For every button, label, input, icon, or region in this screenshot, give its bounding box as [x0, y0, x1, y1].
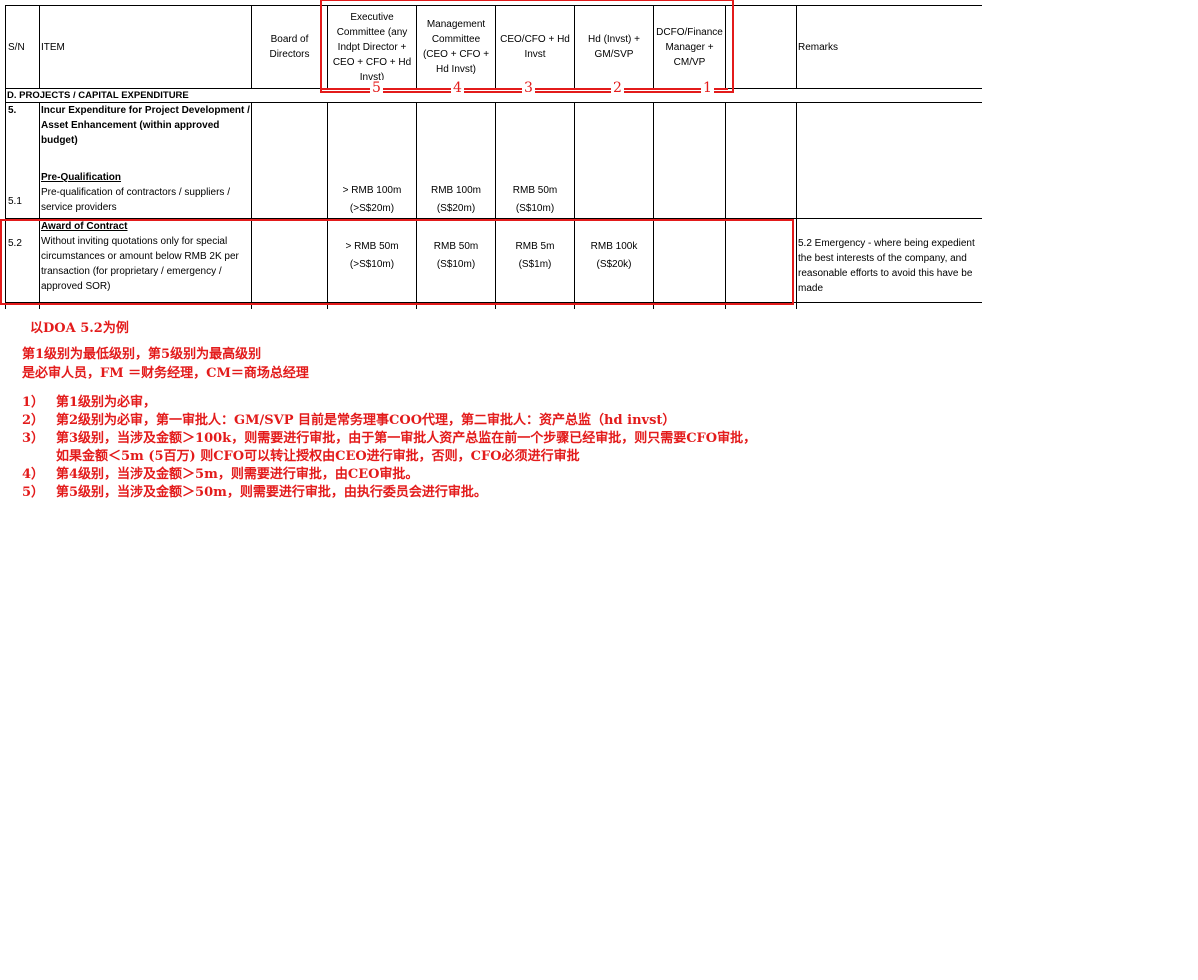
- rule-item: 3） 第3级别，当涉及金额＞100k，则需要进行审批，由于第一审批人资产总监在前…: [22, 430, 756, 448]
- rule-number: 3）: [22, 431, 45, 446]
- row52-remarks[interactable]: 5.2 Emergency - where being expedient th…: [796, 218, 982, 303]
- level-3-marker: 3: [522, 80, 535, 96]
- row52-remark-line-2: the best interests of the company, and: [798, 253, 967, 264]
- row5-exco-rmb: > RMB 100m: [342, 185, 402, 196]
- row52-remark-line-4: made: [798, 283, 824, 294]
- level-2-marker: 2: [611, 80, 624, 96]
- row52-remark-line-1: 5.2 Emergency - where being expedient: [798, 238, 975, 249]
- row5-ceo-sgd: (S$10m): [515, 203, 555, 214]
- levels-explanation: 第1级别为最低级别，第5级别为最高级别: [22, 347, 262, 362]
- row5-board[interactable]: [251, 102, 328, 219]
- row-5-2-highlight-box: [0, 219, 794, 305]
- rule-text: 第5级别，当涉及金额＞50m，则需要进行审批，由执行委员会进行审批。: [56, 485, 487, 500]
- rule-item-continuation: 如果金额＜5m (5百万) 则CFO可以转让授权由CEO进行审批，否则，CFO必…: [22, 448, 756, 466]
- approval-rules-list: 1） 第1级别为必审， 2） 第2级别为必审，第一审批人：GM/SVP 目前是常…: [22, 394, 756, 502]
- row5-remarks[interactable]: [796, 102, 982, 219]
- rule-item: 4） 第4级别，当涉及金额＞5m，则需要进行审批，由CEO审批。: [22, 466, 756, 484]
- row51-desc: Pre-qualification of contractors / suppl…: [41, 187, 230, 213]
- level-5-marker: 5: [370, 80, 383, 96]
- row51-sn: 5.1: [8, 196, 22, 207]
- rule-item: 5） 第5级别，当涉及金额＞50m，则需要进行审批，由执行委员会进行审批。: [22, 484, 756, 502]
- rule-number: 5）: [22, 485, 45, 500]
- row5-dcfo[interactable]: [653, 102, 726, 219]
- row5-mgmt-rmb: RMB 100m: [430, 185, 481, 196]
- row5-mgmt-sgd: (S$20m): [436, 203, 476, 214]
- row5-title: Incur Expenditure for Project Developmen…: [41, 105, 250, 146]
- example-note: 以DOA 5.2为例: [30, 321, 129, 336]
- rule-number: 4）: [22, 467, 45, 482]
- header-sn[interactable]: S/N: [5, 5, 40, 89]
- row5-exco-sgd: (>S$20m): [349, 203, 395, 214]
- header-board[interactable]: Board of Directors: [251, 5, 328, 89]
- level-4-marker: 4: [451, 80, 464, 96]
- rule-text: 第4级别，当涉及金额＞5m，则需要进行审批，由CEO审批。: [56, 467, 419, 482]
- rule-number: 1）: [22, 395, 45, 410]
- row5-exco[interactable]: > RMB 100m (>S$20m): [327, 102, 417, 219]
- row5-mgmt[interactable]: RMB 100m (S$20m): [416, 102, 496, 219]
- row51-subtitle: Pre-Qualification: [41, 172, 122, 183]
- row5-sn-cell[interactable]: 5. 5.1: [5, 102, 40, 219]
- header-blank[interactable]: [725, 5, 797, 89]
- rule-item: 1） 第1级别为必审，: [22, 394, 756, 412]
- row5-item-cell[interactable]: Incur Expenditure for Project Developmen…: [39, 102, 252, 219]
- rule-number: 2）: [22, 413, 45, 428]
- rule-text: 第2级别为必审，第一审批人：GM/SVP 目前是常务理事COO代理，第二审批人：…: [56, 413, 676, 428]
- level-1-marker: 1: [701, 80, 714, 96]
- rule-text: 第3级别，当涉及金额＞100k，则需要进行审批，由于第一审批人资产总监在前一个步…: [56, 431, 757, 446]
- row-5: 5. 5.1 Incur Expenditure for Project Dev…: [5, 102, 982, 219]
- row5-hd[interactable]: [574, 102, 654, 219]
- row52-remark-line-3: reasonable efforts to avoid this have be: [798, 268, 973, 279]
- row5-ceo[interactable]: RMB 50m (S$10m): [495, 102, 575, 219]
- row5-blank[interactable]: [725, 102, 797, 219]
- rule-text-continuation: 如果金额＜5m (5百万) 则CFO可以转让授权由CEO进行审批，否则，CFO必…: [56, 449, 580, 464]
- row5-ceo-rmb: RMB 50m: [512, 185, 558, 196]
- row5-sn: 5.: [8, 105, 17, 116]
- header-remarks[interactable]: Remarks: [796, 5, 982, 89]
- rule-text: 第1级别为必审，: [56, 395, 157, 410]
- rule-item: 2） 第2级别为必审，第一审批人：GM/SVP 目前是常务理事COO代理，第二审…: [22, 412, 756, 430]
- header-item[interactable]: ITEM: [39, 5, 252, 89]
- role-abbreviations: 是必审人员，FM ＝财务经理，CM＝商场总经理: [22, 366, 309, 381]
